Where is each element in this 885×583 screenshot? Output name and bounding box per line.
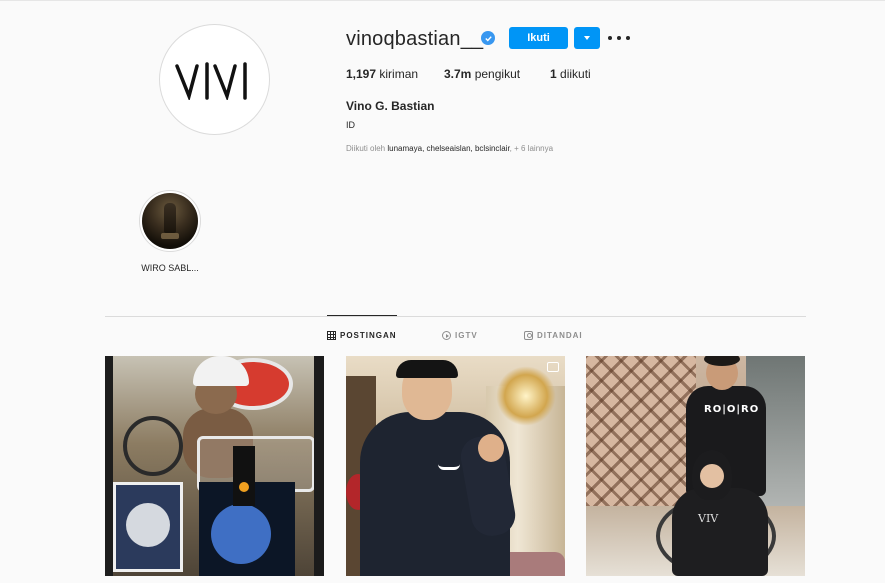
following-stat[interactable]: 1 diikuti <box>550 67 591 81</box>
post-thumbnail-1[interactable] <box>105 356 324 576</box>
follow-button[interactable]: Ikuti <box>509 27 568 49</box>
profile-full-name: Vino G. Bastian <box>346 99 435 113</box>
dot <box>608 36 612 40</box>
followers-stat[interactable]: 3.7m pengikut <box>444 67 520 81</box>
chevron-down-icon <box>584 36 590 40</box>
following-count: 1 <box>550 67 557 81</box>
verified-badge-icon <box>481 31 495 45</box>
dot <box>617 36 621 40</box>
following-label: diikuti <box>560 67 591 81</box>
profile-avatar[interactable] <box>159 24 270 135</box>
followed-by[interactable]: Diikuti oleh lunamaya, chelseaislan, bcl… <box>346 144 553 153</box>
posts-label: kiriman <box>379 67 419 81</box>
followed-by-prefix: Diikuti oleh <box>346 144 386 153</box>
dot <box>626 36 630 40</box>
followed-by-suffix: , + 6 lainnya <box>509 144 554 153</box>
tab-igtv[interactable]: IGTV <box>442 331 478 340</box>
viv-logo <box>174 61 247 100</box>
tab-igtv-label: IGTV <box>455 331 478 340</box>
profile-username: vinoqbastian__ <box>346 28 484 50</box>
tab-posts[interactable]: POSTINGAN <box>327 331 397 340</box>
tab-tagged[interactable]: DITANDAI <box>524 331 583 340</box>
tab-tagged-label: DITANDAI <box>537 331 583 340</box>
post-thumbnail-2[interactable] <box>346 356 565 576</box>
tagged-icon <box>524 331 533 340</box>
igtv-icon <box>442 331 451 340</box>
active-tab-indicator <box>327 315 397 316</box>
tabs-divider <box>105 316 806 317</box>
more-options-button[interactable] <box>608 31 630 45</box>
tab-posts-label: POSTINGAN <box>340 331 397 340</box>
followed-by-names: lunamaya, chelseaislan, bclsinclair <box>387 144 510 153</box>
post-thumbnail-3[interactable]: RO|O|RO VIV <box>586 356 805 576</box>
posts-count: 1,197 <box>346 67 377 81</box>
top-border <box>0 0 885 1</box>
followers-count: 3.7m <box>444 67 472 81</box>
shirt-text: RO|O|RO <box>704 404 760 415</box>
highlight-thumbnail <box>142 193 198 249</box>
grid-icon <box>327 331 336 340</box>
carousel-icon <box>547 362 559 372</box>
posts-count-stat: 1,197 kiriman <box>346 67 418 81</box>
profile-bio: ID <box>346 120 355 130</box>
highlight-label[interactable]: WIRO SABL... <box>134 263 206 273</box>
story-highlight[interactable] <box>139 190 201 252</box>
followers-label: pengikut <box>474 67 521 81</box>
suggested-dropdown-button[interactable] <box>574 27 600 49</box>
